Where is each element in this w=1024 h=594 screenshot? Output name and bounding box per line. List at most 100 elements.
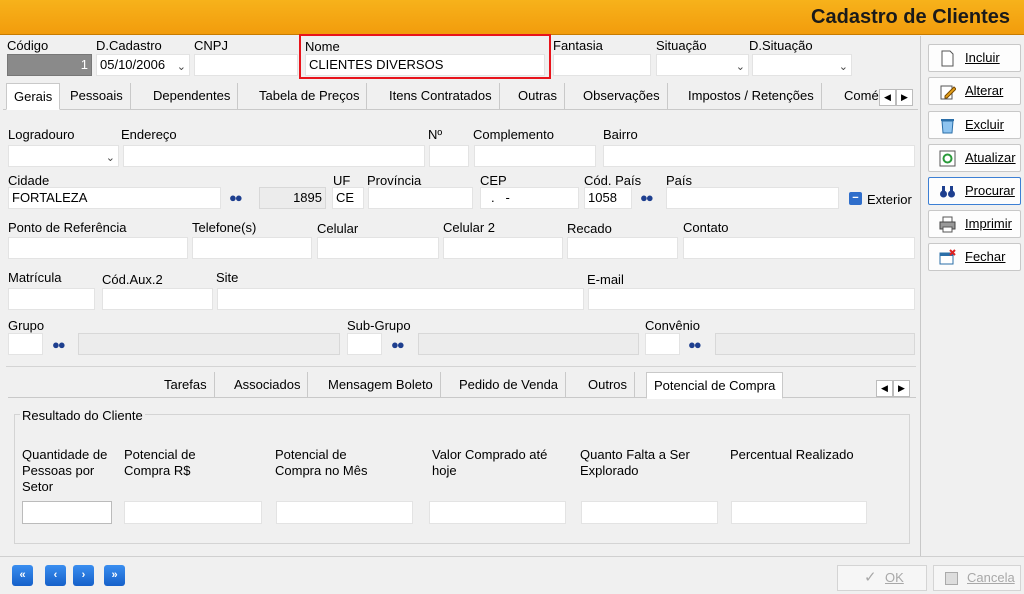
procurar-button[interactable]: Procurar xyxy=(928,177,1021,205)
ok-button[interactable]: ✓ OK xyxy=(837,565,927,591)
nome-field[interactable]: CLIENTES DIVERSOS xyxy=(305,54,545,76)
tab-impostos[interactable]: Impostos / Retenções xyxy=(681,83,822,109)
qtd-pessoas-field[interactable] xyxy=(22,501,112,524)
binoculars-icon[interactable]: ●● xyxy=(391,337,405,352)
next-record-icon[interactable]: › xyxy=(73,565,94,586)
first-record-icon[interactable]: « xyxy=(12,565,33,586)
col-quanto-falta: Quanto Falta a Ser Explorado xyxy=(580,447,690,478)
valor-comprado-field[interactable] xyxy=(429,501,566,524)
endereco-field[interactable] xyxy=(123,145,425,167)
cnpj-field[interactable] xyxy=(194,54,298,76)
uf-field[interactable]: CE xyxy=(332,187,364,209)
cidade-label: Cidade xyxy=(8,173,50,188)
cod-aux2-field[interactable] xyxy=(102,288,213,310)
tab-scroll-right[interactable]: ▶ xyxy=(896,89,913,106)
fechar-button[interactable]: Fechar xyxy=(928,243,1021,271)
incluir-button[interactable]: Incluir xyxy=(928,44,1021,72)
chevron-down-icon[interactable]: ⌄ xyxy=(106,148,115,166)
fantasia-field[interactable] xyxy=(553,54,651,76)
site-field[interactable] xyxy=(217,288,584,310)
tab-pessoais[interactable]: Pessoais xyxy=(63,83,131,109)
percentual-field[interactable] xyxy=(731,501,867,524)
endereco-label: Endereço xyxy=(121,127,177,142)
dsituacao-select[interactable]: ⌄ xyxy=(752,54,852,76)
chevron-down-icon[interactable]: ⌄ xyxy=(736,57,745,75)
main-tabs: Gerais Pessoais Dependentes Tabela de Pr… xyxy=(3,83,918,110)
potencial-mes-field[interactable] xyxy=(276,501,413,524)
imprimir-button[interactable]: Imprimir xyxy=(928,210,1021,238)
refresh-icon xyxy=(939,150,956,167)
numero-field[interactable] xyxy=(429,145,469,167)
complemento-field[interactable] xyxy=(474,145,596,167)
convenio-field[interactable] xyxy=(645,333,680,355)
subgrupo-field[interactable] xyxy=(347,333,382,355)
excluir-label: Excluir xyxy=(965,117,1005,132)
tab-gerais[interactable]: Gerais xyxy=(6,83,61,110)
binoculars-icon[interactable]: ●● xyxy=(229,190,243,205)
celular-field[interactable] xyxy=(317,237,439,259)
provincia-field[interactable] xyxy=(368,187,473,209)
subtab-tarefas[interactable]: Tarefas xyxy=(157,372,215,398)
sub-tabs: Tarefas Associados Mensagem Boleto Pedid… xyxy=(8,372,916,399)
matricula-field[interactable] xyxy=(8,288,95,310)
binoculars-icon[interactable]: ●● xyxy=(52,337,66,352)
chevron-down-icon[interactable]: ⌄ xyxy=(177,57,186,75)
subtab-outros[interactable]: Outros xyxy=(581,372,636,398)
bairro-field[interactable] xyxy=(603,145,915,167)
logradouro-select[interactable]: ⌄ xyxy=(8,145,119,167)
subtab-mensagem-boleto[interactable]: Mensagem Boleto xyxy=(321,372,441,398)
numero-label: Nº xyxy=(428,127,443,142)
contato-field[interactable] xyxy=(683,237,915,259)
subtab-scroll-left[interactable]: ◀ xyxy=(876,380,893,397)
cod-pais-field[interactable]: 1058 xyxy=(584,187,632,209)
subtab-potencial-compra[interactable]: Potencial de Compra xyxy=(646,372,784,399)
ponto-ref-field[interactable] xyxy=(8,237,188,259)
situacao-select[interactable]: ⌄ xyxy=(656,54,749,76)
cod-aux2-label: Cód.Aux.2 xyxy=(102,272,163,287)
contato-label: Contato xyxy=(683,220,729,235)
telefones-field[interactable] xyxy=(192,237,312,259)
celular2-field[interactable] xyxy=(443,237,563,259)
tab-outras[interactable]: Outras xyxy=(511,83,566,109)
tab-tabela-precos[interactable]: Tabela de Preços xyxy=(252,83,368,109)
subtab-associados[interactable]: Associados xyxy=(227,372,309,398)
dcadastro-field[interactable]: 05/10/2006 ⌄ xyxy=(96,54,190,76)
excluir-button[interactable]: Excluir xyxy=(928,111,1021,139)
binoculars-icon[interactable]: ●● xyxy=(640,190,654,205)
grupo-field[interactable] xyxy=(8,333,43,355)
alterar-button[interactable]: Alterar xyxy=(928,77,1021,105)
cidade-field[interactable]: FORTALEZA xyxy=(8,187,221,209)
email-label: E-mail xyxy=(587,272,624,287)
subtab-pedido-venda[interactable]: Pedido de Venda xyxy=(452,372,567,398)
atualizar-button[interactable]: Atualizar xyxy=(928,144,1021,172)
cnpj-label: CNPJ xyxy=(194,38,228,53)
col-potencial-mes: Potencial de Compra no Mês xyxy=(275,447,368,478)
email-field[interactable] xyxy=(588,288,915,310)
atualizar-label: Atualizar xyxy=(965,150,1016,165)
potencial-compra-field[interactable] xyxy=(124,501,262,524)
quanto-falta-field[interactable] xyxy=(581,501,718,524)
exterior-checkbox[interactable]: − xyxy=(849,192,862,205)
previous-record-icon[interactable]: ‹ xyxy=(45,565,66,586)
tab-comercial[interactable]: Comé xyxy=(837,83,881,109)
col-qtd-pessoas: Quantidade de Pessoas por Setor xyxy=(22,447,108,494)
recado-field[interactable] xyxy=(567,237,678,259)
tab-itens-contratados[interactable]: Itens Contratados xyxy=(382,83,500,109)
pais-field[interactable] xyxy=(666,187,839,209)
tab-scroll-left[interactable]: ◀ xyxy=(879,89,896,106)
codigo-field[interactable]: 1 xyxy=(7,54,92,76)
nome-label: Nome xyxy=(305,39,340,54)
dcadastro-label: D.Cadastro xyxy=(96,38,162,53)
celular2-label: Celular 2 xyxy=(443,220,496,235)
tab-observacoes[interactable]: Observações xyxy=(576,83,668,109)
convenio-desc xyxy=(715,333,915,355)
cancel-icon xyxy=(945,572,958,585)
binoculars-icon[interactable]: ●● xyxy=(688,337,702,352)
fechar-label: Fechar xyxy=(965,249,1006,264)
tab-dependentes[interactable]: Dependentes xyxy=(146,83,239,109)
chevron-down-icon[interactable]: ⌄ xyxy=(839,57,848,75)
last-record-icon[interactable]: » xyxy=(104,565,125,586)
cep-field[interactable]: . - xyxy=(480,187,579,209)
subtab-scroll-right[interactable]: ▶ xyxy=(893,380,910,397)
cancela-button[interactable]: Cancela xyxy=(933,565,1021,591)
